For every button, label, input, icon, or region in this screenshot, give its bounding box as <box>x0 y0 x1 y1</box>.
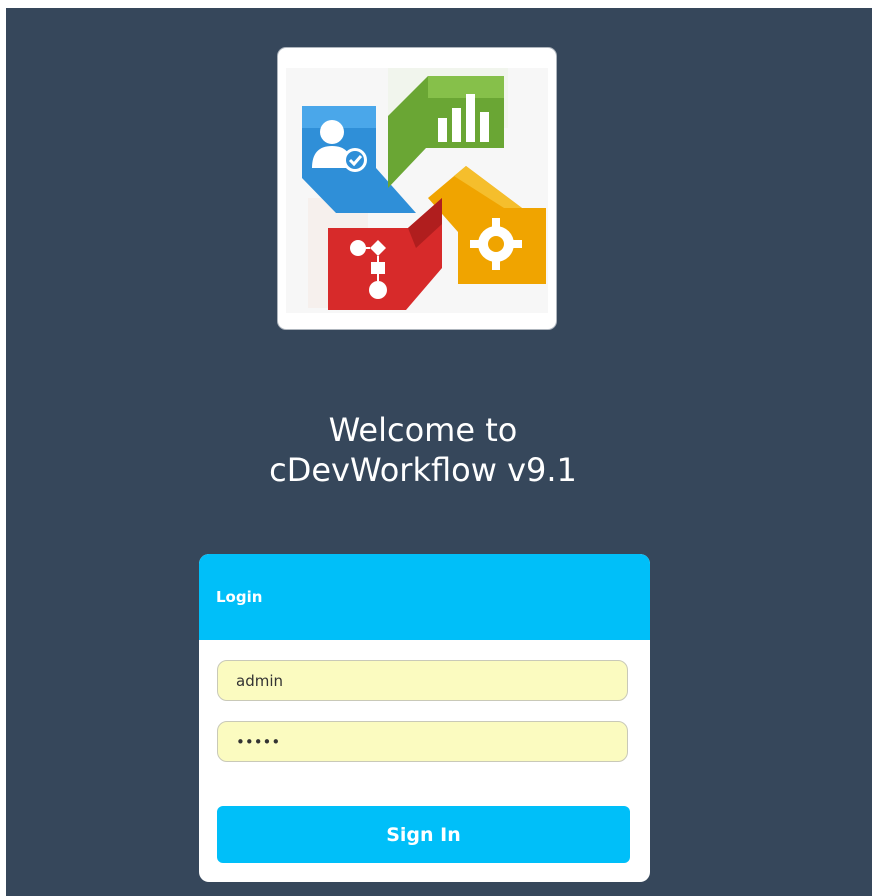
workflow-logo-icon <box>286 68 548 313</box>
welcome-app-name: cDevWorkflow v9.1 <box>269 451 577 489</box>
login-page: Welcome to cDevWorkflow v9.1 Login Sign … <box>6 8 872 896</box>
username-input[interactable] <box>217 660 628 701</box>
welcome-line-1: Welcome to <box>328 411 518 449</box>
sign-in-button[interactable]: Sign In <box>217 806 630 863</box>
welcome-heading: Welcome to cDevWorkflow v9.1 <box>6 410 840 490</box>
app-logo <box>278 48 556 329</box>
login-panel-title: Login <box>199 554 650 640</box>
login-panel: Login Sign In <box>199 554 650 882</box>
password-input[interactable] <box>217 721 628 762</box>
